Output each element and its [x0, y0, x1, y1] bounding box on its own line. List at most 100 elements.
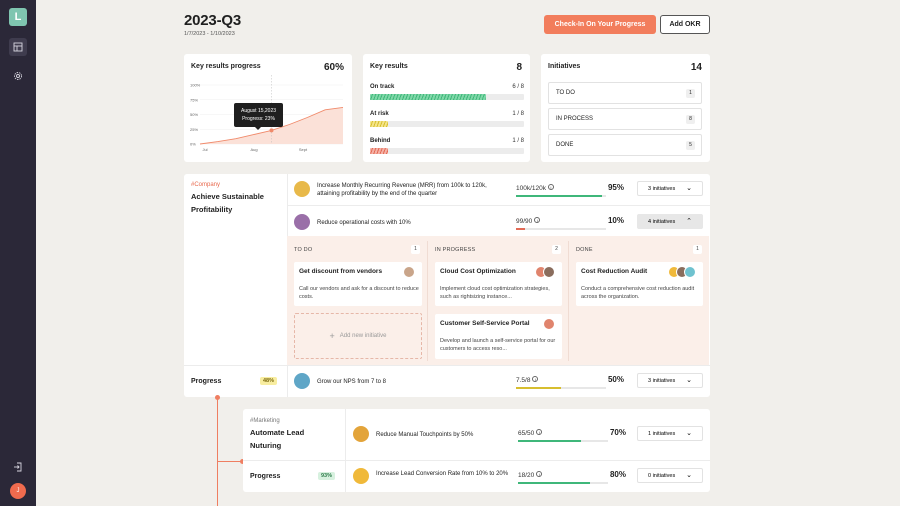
key-result-text[interactable]: Grow our NPS from 7 to 8: [317, 378, 507, 386]
info-icon[interactable]: i: [536, 429, 543, 435]
divider: [184, 365, 710, 366]
column-done-title: DONE: [576, 247, 593, 253]
status-count: 1: [686, 89, 695, 98]
initiative-desc: Implement cloud cost optimization strate…: [440, 286, 550, 300]
kr-metric-value: 7.5/8: [516, 377, 531, 384]
user-avatar[interactable]: J: [10, 483, 26, 499]
kr-progress-bar: [518, 482, 608, 484]
divider: [287, 205, 710, 206]
divider: [568, 241, 569, 361]
kr-metric-value: 100k/120k: [516, 185, 546, 192]
kr-percent: 50%: [607, 375, 624, 384]
kr-metric: 18/20 i: [518, 471, 543, 479]
kr-progress-fill: [518, 440, 581, 442]
add-okr-button[interactable]: Add OKR: [660, 15, 710, 34]
kr-metric-value: 18/20: [518, 472, 535, 479]
assignee-avatar: [403, 266, 415, 278]
logout-icon[interactable]: [9, 458, 27, 476]
key-result-text[interactable]: Increase Lead Conversion Rate from 10% t…: [376, 470, 516, 478]
kr-percent: 70%: [609, 428, 626, 437]
kr-progress-bar: [516, 228, 606, 230]
owner-avatar: [294, 181, 310, 197]
initiatives-count: 1 initiatives: [648, 430, 676, 437]
status-count: 8: [686, 115, 695, 124]
kr-status-label: At risk: [370, 111, 389, 117]
initiative-title: Get discount from vendors: [299, 268, 383, 275]
kr-status-count: 1 / 8: [512, 138, 524, 144]
settings-icon[interactable]: [9, 67, 27, 85]
column-count: 1: [693, 245, 702, 254]
checkin-button[interactable]: Check-In On Your Progress: [544, 15, 656, 34]
objective-name[interactable]: Achieve Sustainable Profitability: [191, 190, 281, 216]
kr-status-bar: [370, 121, 524, 127]
key-results-card: Key results 8: [363, 54, 530, 162]
initiatives-total: 14: [690, 62, 702, 73]
info-icon[interactable]: i: [536, 471, 543, 477]
initiative-desc: Call our vendors and ask for a discount …: [299, 286, 419, 300]
objective-tag: #Company: [191, 182, 221, 188]
initiative-title: Cost Reduction Audit: [581, 268, 648, 275]
chevron-up-icon: ⌃: [686, 218, 692, 225]
status-label: TO DO: [556, 90, 575, 96]
owner-avatar: [294, 373, 310, 389]
info-icon[interactable]: i: [534, 217, 541, 223]
chevron-down-icon: ⌄: [686, 472, 692, 479]
kr-metric-value: 65/50: [518, 430, 535, 437]
objective-name[interactable]: Automate Lead Nuturing: [250, 426, 330, 452]
progress-badge: 93%: [318, 472, 336, 480]
progress-badge: 48%: [260, 377, 278, 385]
kr-status-bar: [370, 148, 524, 154]
initiatives-count: 3 initiatives: [648, 377, 676, 384]
kr-status-bar: [370, 94, 524, 100]
date-range: 1/7/2023 - 1/10/2023: [184, 31, 235, 37]
kr-status-fill: [370, 94, 486, 100]
initiatives-count: 0 initiatives: [648, 472, 676, 479]
initiative-card[interactable]: Cost Reduction Audit Conduct a comprehen…: [576, 262, 703, 306]
kr-progress-bar: [516, 387, 606, 389]
initiatives-toggle-button[interactable]: 3 initiatives ⌄: [637, 373, 703, 388]
kr-percent: 95%: [607, 183, 624, 192]
info-icon[interactable]: i: [548, 184, 554, 190]
kr-progress-bar: [518, 440, 608, 442]
sidebar: L J: [0, 0, 36, 506]
status-count: 5: [686, 141, 695, 150]
divider: [427, 241, 428, 361]
status-in-process[interactable]: IN PROCESS 8: [548, 108, 702, 130]
key-results-total: 8: [516, 62, 522, 73]
chevron-down-icon: ⌄: [686, 377, 692, 384]
initiatives-count: 3 initiatives: [648, 185, 676, 192]
kr-status-count: 6 / 8: [512, 84, 524, 90]
page-title: 2023-Q3: [184, 12, 241, 29]
status-todo[interactable]: TO DO 1: [548, 82, 702, 104]
initiatives-toggle-button[interactable]: 4 initiatives ⌃: [637, 214, 703, 229]
kr-progress-bar: [516, 195, 606, 197]
initiative-card[interactable]: Customer Self-Service Portal Develop and…: [435, 314, 562, 359]
initiative-card[interactable]: Cloud Cost Optimization Implement cloud …: [435, 262, 562, 306]
app-logo[interactable]: L: [9, 8, 27, 26]
kr-status-label: On track: [370, 84, 395, 90]
chevron-down-icon: ⌄: [686, 430, 692, 437]
tooltip-date: August 15,2023: [240, 108, 277, 114]
owner-avatar: [353, 426, 369, 442]
kr-metric: 100k/120k i: [516, 184, 554, 192]
assignee-avatar: [684, 266, 696, 278]
initiatives-toggle-button[interactable]: 0 initiatives ⌄: [637, 468, 703, 483]
tree-node: [215, 395, 220, 400]
assignee-avatar: [543, 318, 555, 330]
column-in-progress-title: IN PROGRESS: [435, 247, 476, 253]
kr-status-label: Behind: [370, 138, 391, 144]
status-done[interactable]: DONE 5: [548, 134, 702, 156]
dashboard-icon[interactable]: [9, 38, 27, 56]
initiatives-toggle-button[interactable]: 1 initiatives ⌄: [637, 426, 703, 441]
kr-progress-value: 60%: [323, 62, 344, 73]
add-initiative-button[interactable]: + Add new initiative: [294, 313, 422, 359]
kr-progress-fill: [518, 482, 590, 484]
key-result-text[interactable]: Reduce Manual Touchpoints by 50%: [376, 431, 516, 439]
info-icon[interactable]: i: [532, 376, 539, 382]
progress-label: Progress: [250, 473, 281, 480]
initiatives-toggle-button[interactable]: 3 initiatives ⌄: [637, 181, 703, 196]
key-result-text[interactable]: Increase Monthly Recurring Revenue (MRR)…: [317, 182, 507, 198]
key-result-text[interactable]: Reduce operational costs with 10%: [317, 219, 507, 227]
column-todo-title: TO DO: [294, 247, 313, 253]
initiative-card[interactable]: Get discount from vendors Call our vendo…: [294, 262, 422, 306]
